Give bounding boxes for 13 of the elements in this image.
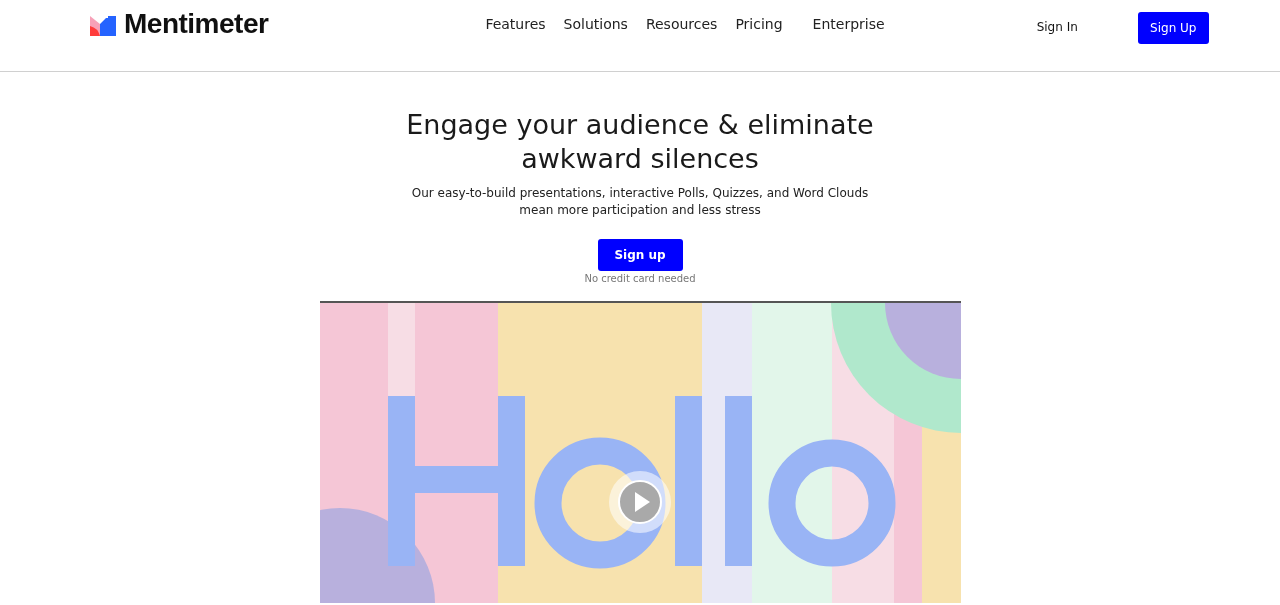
hero-heading: Engage your audience & eliminate awkward silences — [405, 108, 875, 176]
sign-in-link[interactable]: Sign In — [1036, 20, 1078, 34]
sign-up-button[interactable]: Sign Up — [1137, 12, 1209, 44]
nav-link[interactable]: Enterprise — [810, 14, 887, 34]
note-text: No credit card needed — [584, 273, 696, 284]
nav-link[interactable]: Solutions — [561, 14, 630, 34]
hero-subtitle: Our easy-to-build presentations, interactive Polls, Quizzes, and Word Clouds mean more participation and less stress — [410, 185, 870, 219]
nav-link[interactable]: Pricing — [733, 14, 785, 34]
nav-link[interactable]: Features — [483, 14, 548, 34]
logo-wordmark[interactable]: Mentimeter — [124, 8, 269, 40]
play-icon — [617, 480, 662, 524]
sign-up-button[interactable]: Sign up — [597, 239, 683, 271]
nav-link[interactable]: Resources — [643, 14, 720, 34]
